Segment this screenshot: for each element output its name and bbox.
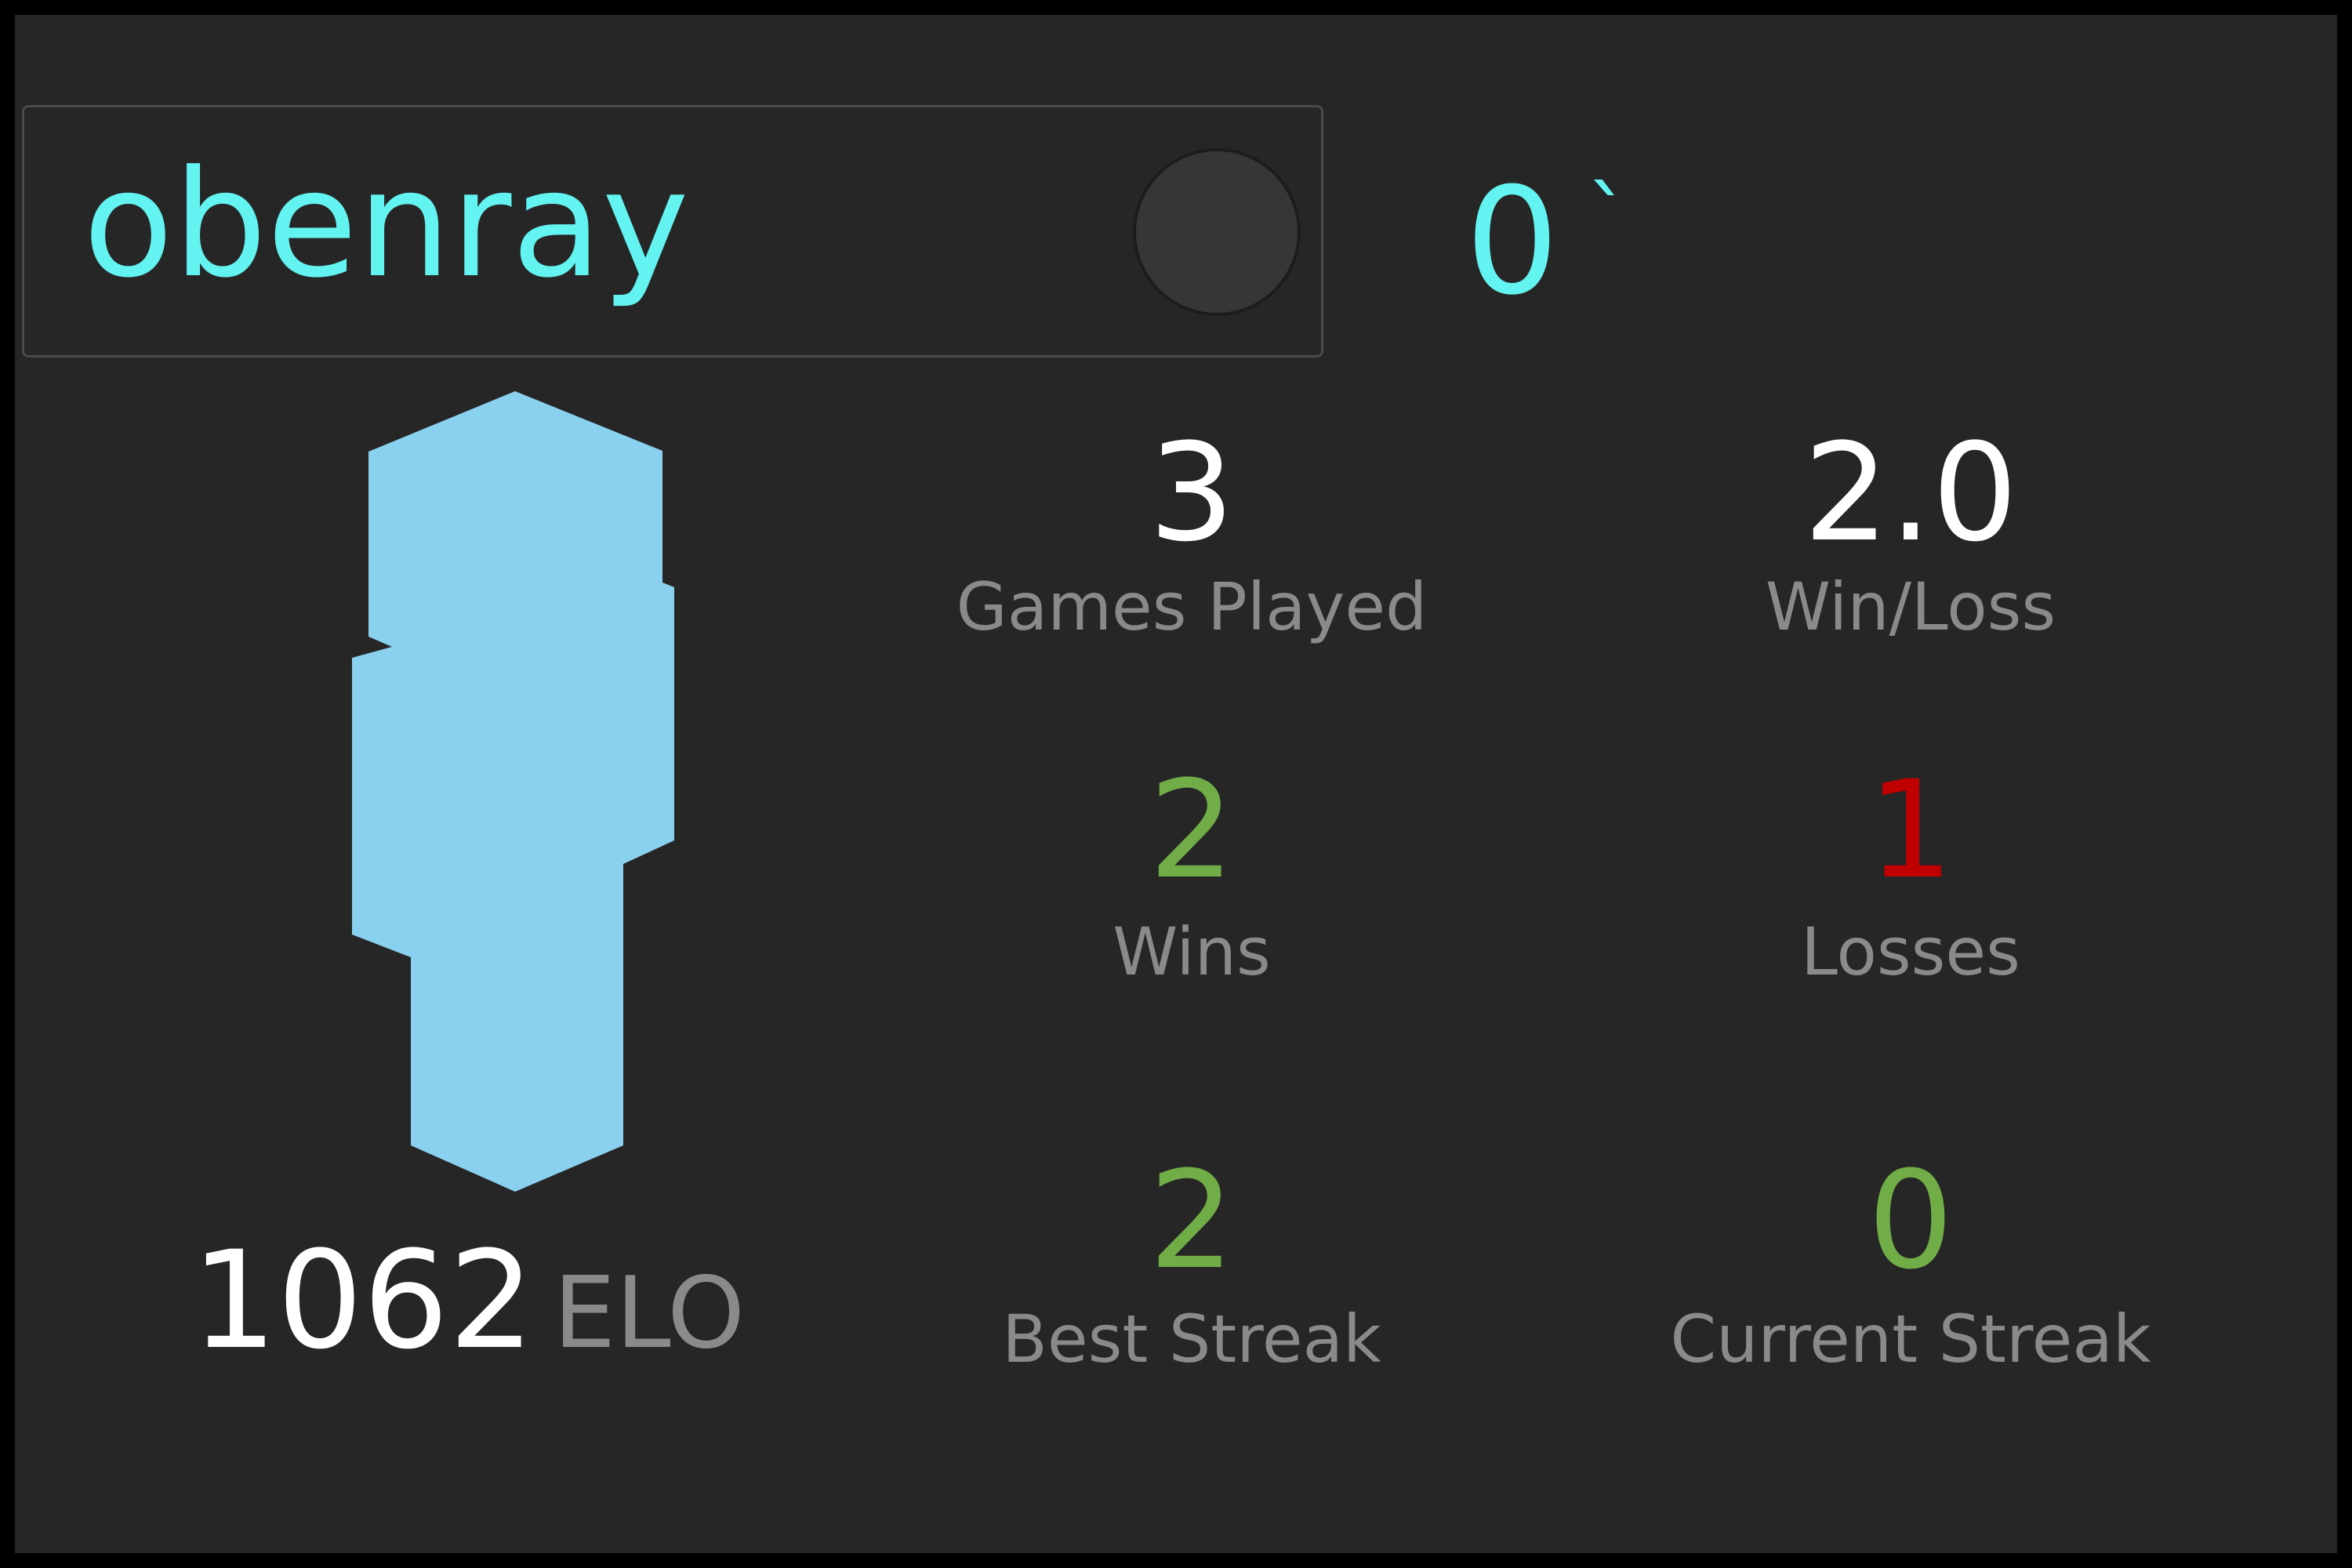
player-name-box[interactable]: obenray xyxy=(22,105,1323,358)
current-streak-label: Current Streak xyxy=(1670,1301,2151,1377)
player-username: obenray xyxy=(83,139,689,310)
games-played-label: Games Played xyxy=(956,568,1428,645)
player-tag-value: 0 xyxy=(1465,156,1559,328)
player-tag-mark: ` xyxy=(1587,169,1630,269)
stat-wins: 2 Wins xyxy=(878,756,1505,991)
elo-rating: 1062 ELO xyxy=(191,1222,745,1392)
online-status-indicator xyxy=(1133,148,1301,316)
stat-games-played: 3 Games Played xyxy=(878,419,1505,646)
player-avatar-icon xyxy=(352,391,674,1192)
best-streak-label: Best Streak xyxy=(1002,1301,1381,1377)
stat-current-streak: 0 Current Streak xyxy=(1597,1146,2224,1378)
elo-unit: ELO xyxy=(553,1255,746,1370)
best-streak-value: 2 xyxy=(1149,1142,1235,1299)
win-loss-label: Win/Loss xyxy=(1765,568,2056,645)
elo-value: 1062 xyxy=(191,1221,535,1379)
wins-label: Wins xyxy=(1112,913,1271,990)
losses-label: Losses xyxy=(1801,913,2020,990)
stat-win-loss: 2.0 Win/Loss xyxy=(1597,419,2224,646)
player-stats-card: obenray 0 ` 1062 ELO 3 Games Played 2.0 W… xyxy=(15,15,2337,1553)
current-streak-value: 0 xyxy=(1867,1142,1954,1299)
wins-value: 2 xyxy=(1149,751,1235,909)
games-played-value: 3 xyxy=(1149,414,1235,572)
win-loss-value: 2.0 xyxy=(1803,414,2018,572)
avatar-silhouette xyxy=(352,391,674,1192)
stat-best-streak: 2 Best Streak xyxy=(878,1146,1505,1378)
losses-value: 1 xyxy=(1867,751,1954,909)
stat-losses: 1 Losses xyxy=(1597,756,2224,991)
